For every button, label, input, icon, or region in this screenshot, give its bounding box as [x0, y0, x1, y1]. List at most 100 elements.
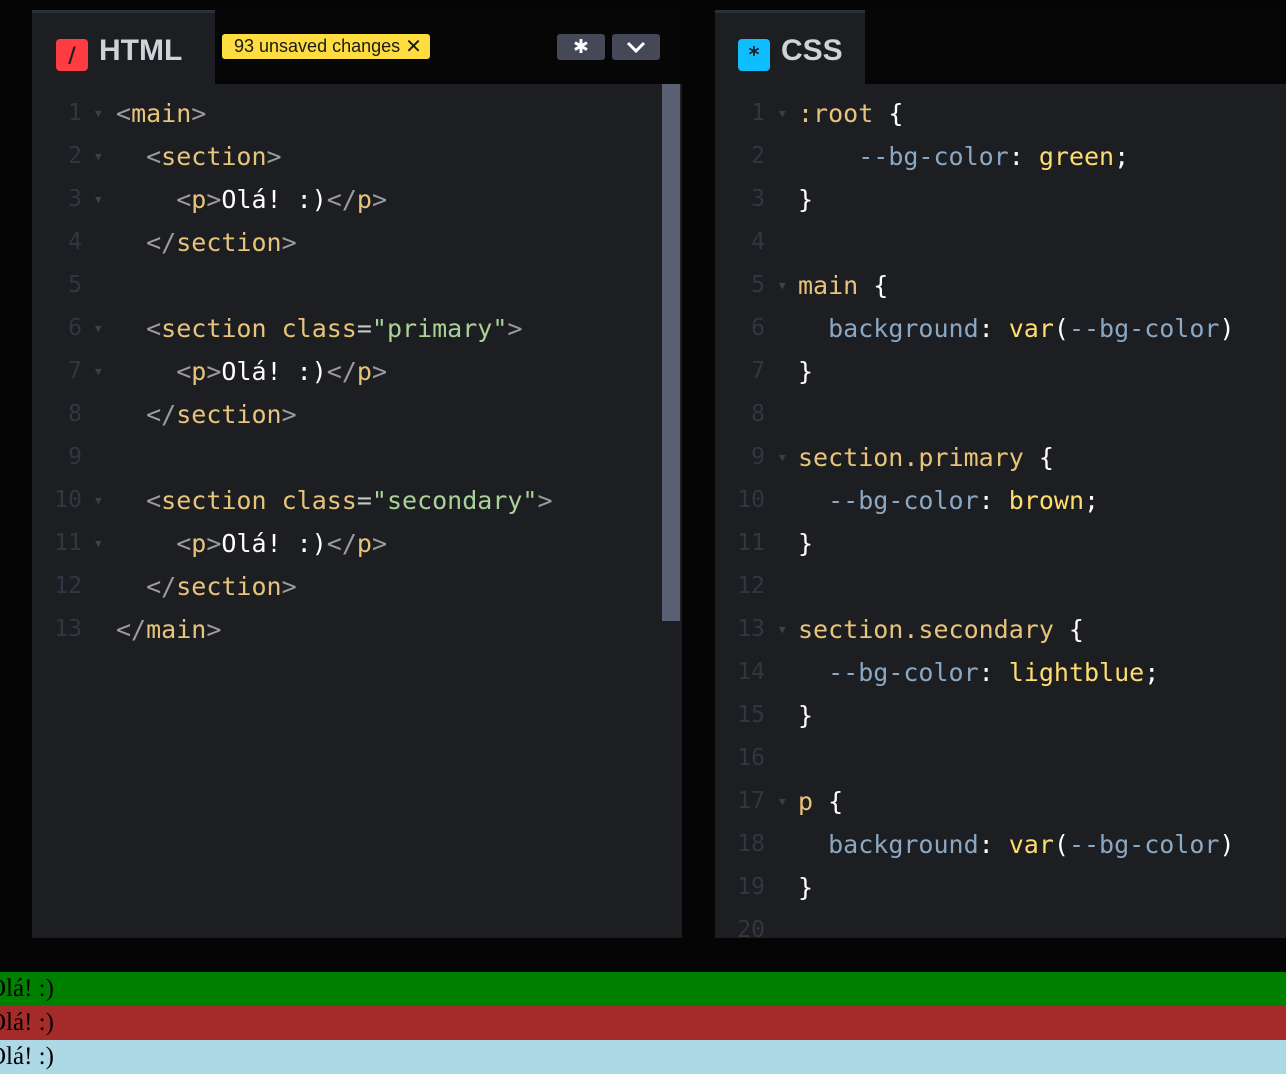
code-text: <p>Olá! :)</p>	[176, 529, 387, 558]
html-tab-label: HTML	[99, 34, 183, 67]
line-number: 13	[54, 616, 82, 642]
line-number: 16	[737, 745, 765, 771]
line-number: 18	[737, 831, 765, 857]
html-pane-header: / HTML 93 unsaved changes ✕ ✱	[32, 10, 682, 84]
code-text: section.secondary {	[798, 615, 1084, 644]
line-number: 3	[68, 186, 82, 212]
line-number: 8	[751, 401, 765, 427]
code-text: background: var(--bg-color)	[828, 830, 1235, 859]
html-editor-pane: / HTML 93 unsaved changes ✕ ✱ 1 ▼ <main> 2 ▼…	[32, 10, 682, 938]
html-code-editor[interactable]: 1 ▼ <main> 2 ▼ <section> 3 ▼ <p>Olá! :)</p> 4 <…	[32, 84, 682, 938]
css-editor-pane: * CSS 1 ▼ :root { 2 --bg-color: green; 3} 4 5 ▼…	[715, 10, 1286, 938]
line-number: 13	[737, 616, 765, 642]
fold-arrow-icon[interactable]: ▼	[779, 608, 786, 651]
tab-html[interactable]: / HTML	[32, 10, 215, 84]
code-text: main {	[798, 271, 889, 300]
fold-arrow-icon[interactable]: ▼	[95, 178, 102, 221]
line-number: 6	[751, 315, 765, 341]
pane-resize-handle[interactable]	[682, 10, 715, 938]
code-text: }	[798, 701, 814, 730]
code-text: </section>	[146, 572, 297, 601]
close-icon[interactable]: ✕	[405, 37, 422, 57]
line-number: 2	[68, 143, 82, 169]
css-tab-label: CSS	[781, 34, 843, 67]
line-number: 14	[737, 659, 765, 685]
fold-arrow-icon[interactable]: ▼	[95, 522, 102, 565]
line-number: 9	[751, 444, 765, 470]
line-number: 10	[54, 487, 82, 513]
code-text: </section>	[146, 228, 297, 257]
result-paragraph: Olá! :)	[0, 1006, 1286, 1040]
line-number: 12	[737, 573, 765, 599]
result-paragraph-text: Olá! :)	[0, 975, 54, 1002]
tab-css[interactable]: * CSS	[715, 10, 865, 84]
line-number: 2	[751, 143, 765, 169]
code-text: --bg-color: brown;	[828, 486, 1100, 515]
css-pane-header: * CSS	[715, 10, 1286, 84]
line-number: 17	[737, 788, 765, 814]
line-number: 3	[751, 186, 765, 212]
line-number: 4	[751, 229, 765, 255]
line-number: 6	[68, 315, 82, 341]
line-number: 10	[737, 487, 765, 513]
html-editor-scrollbar[interactable]	[662, 84, 680, 621]
result-paragraph: Olá! :)	[0, 1040, 1286, 1074]
code-text: <main>	[116, 99, 207, 128]
line-number: 15	[737, 702, 765, 728]
code-text: p {	[798, 787, 844, 816]
line-number: 19	[737, 874, 765, 900]
line-number: 8	[68, 401, 82, 427]
collapse-button[interactable]	[612, 34, 660, 60]
code-text: <p>Olá! :)</p>	[176, 185, 387, 214]
code-text: }	[798, 529, 814, 558]
fold-arrow-icon[interactable]: ▼	[779, 264, 786, 307]
line-number: 1	[751, 100, 765, 126]
result-paragraph-text: Olá! :)	[0, 1009, 54, 1036]
code-text: --bg-color: lightblue;	[828, 658, 1160, 687]
fold-arrow-icon[interactable]: ▼	[95, 307, 102, 350]
code-text: :root {	[798, 99, 904, 128]
fold-arrow-icon[interactable]: ▼	[95, 135, 102, 178]
line-number: 11	[737, 530, 765, 556]
fold-arrow-icon[interactable]: ▼	[779, 780, 786, 823]
line-number: 1	[68, 100, 82, 126]
fold-arrow-icon[interactable]: ▼	[779, 436, 786, 479]
code-text: </section>	[146, 400, 297, 429]
code-text: background: var(--bg-color)	[828, 314, 1235, 343]
line-number: 20	[737, 917, 765, 938]
css-asterisk-icon: *	[738, 39, 770, 71]
code-text: </main>	[116, 615, 222, 644]
code-text: }	[798, 873, 814, 902]
line-number: 7	[751, 358, 765, 384]
line-number: 5	[68, 272, 82, 298]
fold-arrow-icon[interactable]: ▼	[779, 92, 786, 135]
fold-arrow-icon[interactable]: ▼	[95, 479, 102, 522]
line-number: 12	[54, 573, 82, 599]
fold-arrow-icon[interactable]: ▼	[95, 350, 102, 393]
editor-frame: / HTML 93 unsaved changes ✕ ✱ 1 ▼ <main> 2 ▼…	[0, 0, 1286, 972]
code-text: }	[798, 185, 814, 214]
unsaved-changes-badge[interactable]: 93 unsaved changes ✕	[222, 34, 430, 59]
code-text: <p>Olá! :)</p>	[176, 357, 387, 386]
line-number: 4	[68, 229, 82, 255]
chevron-down-icon	[626, 41, 646, 53]
line-number: 9	[68, 444, 82, 470]
result-preview: Olá! :) Olá! :) Olá! :)	[0, 972, 1286, 1074]
css-code-editor[interactable]: 1 ▼ :root { 2 --bg-color: green; 3} 4 5 ▼ main {…	[715, 84, 1286, 938]
fold-arrow-icon[interactable]: ▼	[95, 92, 102, 135]
code-text: <section class="primary">	[146, 314, 523, 343]
result-paragraph: Olá! :)	[0, 972, 1286, 1006]
line-number: 5	[751, 272, 765, 298]
result-paragraph-text: Olá! :)	[0, 1043, 54, 1070]
gear-icon: ✱	[573, 36, 589, 58]
line-number: 11	[54, 530, 82, 556]
settings-button[interactable]: ✱	[557, 34, 605, 60]
html-slash-icon: /	[56, 39, 88, 71]
code-text: section.primary {	[798, 443, 1054, 472]
code-text: <section class="secondary">	[146, 486, 553, 515]
code-text: <section>	[146, 142, 282, 171]
line-number: 7	[68, 358, 82, 384]
code-text: --bg-color: green;	[858, 142, 1130, 171]
code-text: }	[798, 357, 814, 386]
unsaved-changes-label: 93 unsaved changes	[234, 36, 401, 56]
